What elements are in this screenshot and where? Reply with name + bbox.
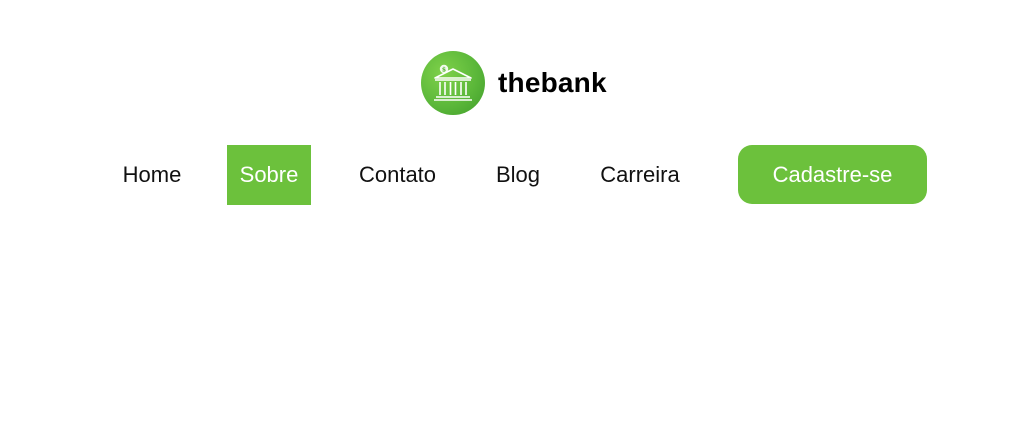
nav-item-blog[interactable]: Blog [485, 145, 551, 205]
brand[interactable]: $ thebank [421, 51, 607, 115]
bank-building-icon: $ [434, 64, 472, 101]
nav-item-contato[interactable]: Contato [347, 145, 448, 205]
logo[interactable]: $ [421, 51, 485, 115]
svg-text:$: $ [442, 66, 446, 73]
nav-item-home[interactable]: Home [112, 145, 192, 205]
brand-name: thebank [498, 67, 607, 98]
nav-item-carreira[interactable]: Carreira [589, 145, 691, 205]
signup-button[interactable]: Cadastre-se [738, 145, 927, 204]
nav-item-sobre[interactable]: Sobre [227, 145, 311, 205]
page: $ thebank Home Sobre Contato Blog Carrei… [0, 0, 1035, 430]
